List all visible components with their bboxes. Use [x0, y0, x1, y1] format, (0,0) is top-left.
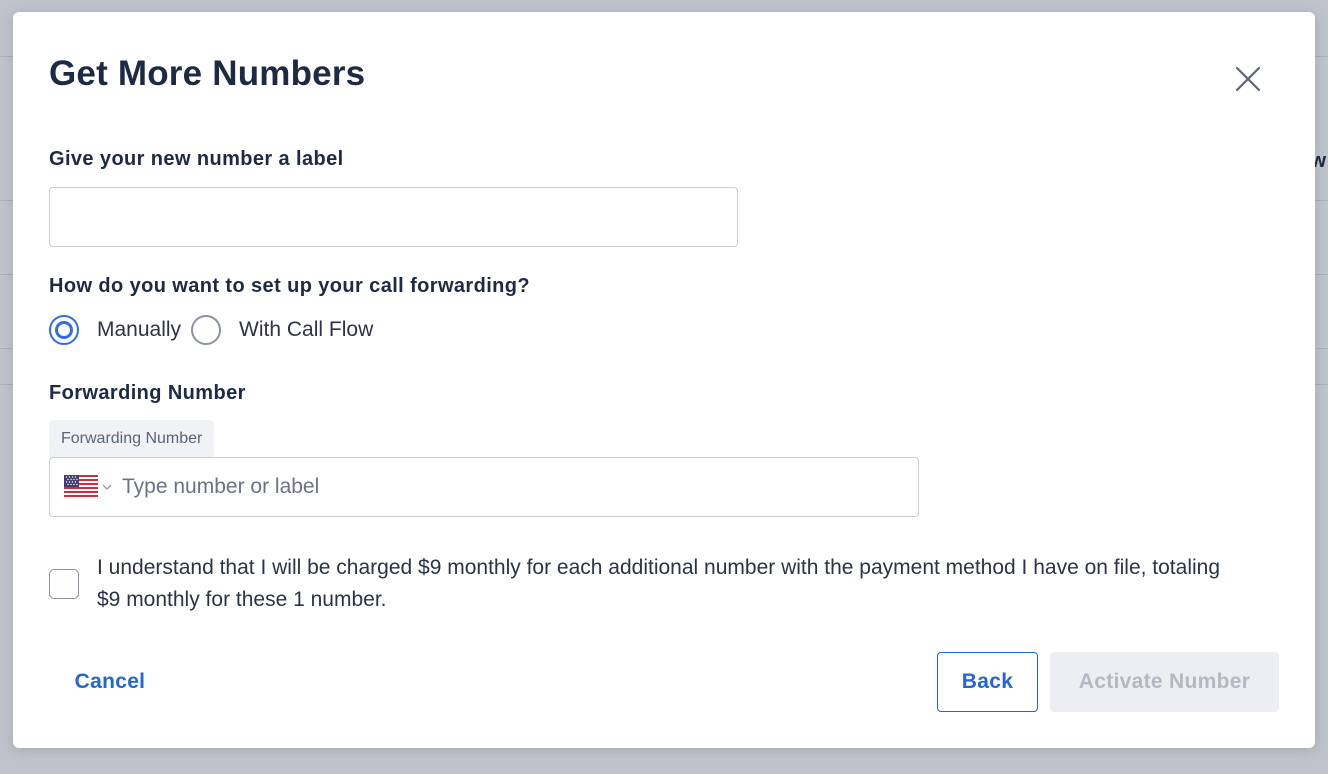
radio-manually-label[interactable]: Manually	[97, 318, 181, 342]
cancel-button[interactable]: Cancel	[63, 652, 157, 712]
close-icon	[1235, 66, 1261, 92]
radio-manually[interactable]	[49, 315, 79, 345]
close-button[interactable]	[1233, 64, 1263, 94]
back-button[interactable]: Back	[937, 652, 1038, 712]
forwarding-question: How do you want to set up your call forw…	[49, 275, 531, 297]
forwarding-radio-group: Manually With Call Flow	[49, 314, 383, 346]
consent-text: I understand that I will be charged $9 m…	[97, 556, 1221, 611]
radio-with-call-flow-label[interactable]: With Call Flow	[239, 318, 373, 342]
number-label-input[interactable]	[49, 187, 738, 247]
us-flag-icon[interactable]	[63, 474, 99, 500]
consent-checkbox[interactable]	[49, 569, 79, 599]
activate-number-button[interactable]: Activate Number	[1050, 652, 1279, 712]
get-more-numbers-modal: Get More Numbers Give your new number a …	[13, 12, 1315, 748]
forwarding-number-input[interactable]: Type number or label	[49, 457, 919, 517]
forwarding-number-section-label: Forwarding Number	[49, 382, 246, 404]
modal-title: Get More Numbers	[49, 54, 366, 93]
radio-with-call-flow[interactable]	[191, 315, 222, 345]
forwarding-number-placeholder: Type number or label	[122, 475, 320, 498]
forwarding-number-tag: Forwarding Number	[49, 420, 215, 458]
chevron-down-icon[interactable]	[102, 482, 112, 492]
number-label-field-label: Give your new number a label	[49, 148, 344, 170]
